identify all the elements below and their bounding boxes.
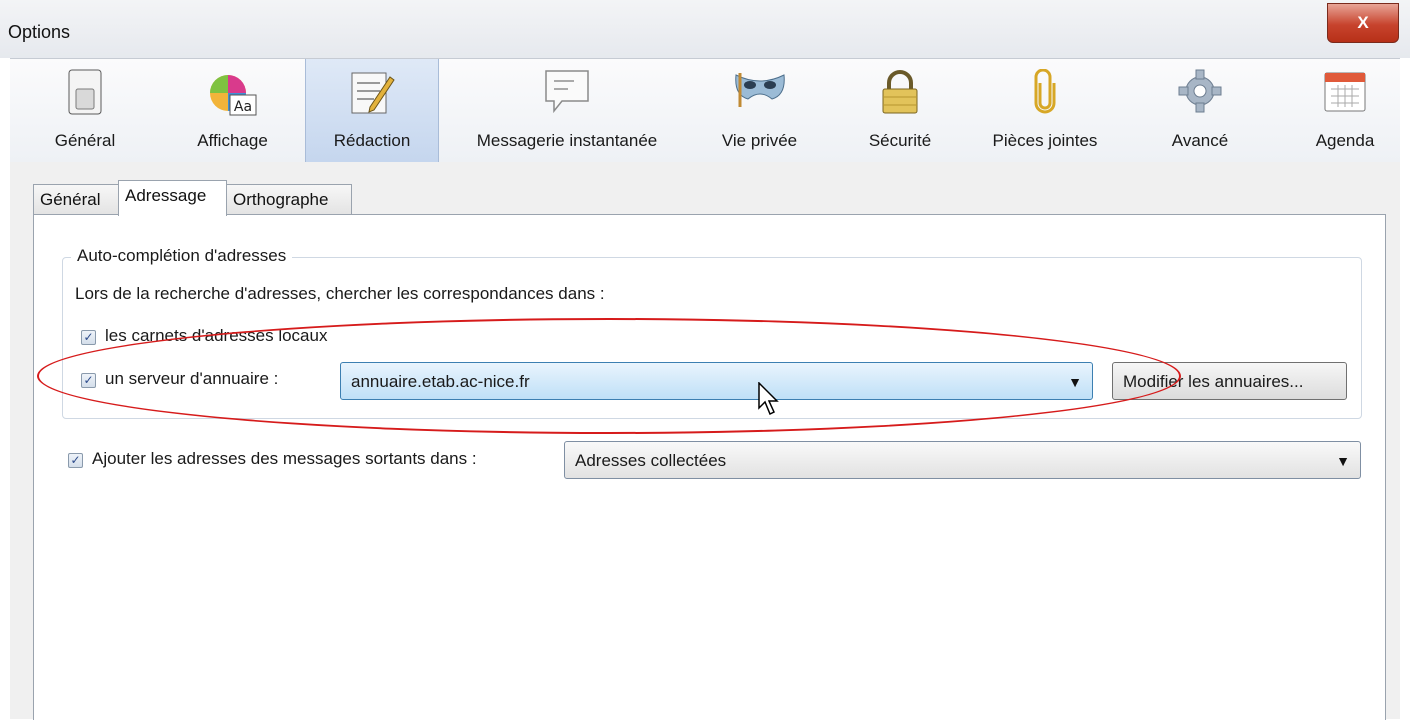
window-titlebar: Options X [0,0,1410,58]
local-books-checkbox[interactable]: ✓ [81,330,96,345]
pane-attachments[interactable]: Pièces jointes [970,59,1120,162]
attachment-paperclip-icon [1034,69,1056,114]
local-books-label: les carnets d'adresses locaux [105,326,328,345]
advanced-gear-icon [1178,69,1222,113]
pane-label: Général [54,131,116,150]
preferences-content: Général Adressage Orthographe Auto-compl… [10,162,1400,720]
dropdown-arrow-icon: ▼ [1068,374,1082,390]
outgoing-checkbox[interactable]: ✓ [68,453,83,468]
directory-server-checkbox[interactable]: ✓ [81,373,96,388]
directory-server-select[interactable]: annuaire.etab.ac-nice.fr ▼ [340,362,1093,400]
privacy-mask-icon [734,73,785,107]
subtab-label: Adressage [125,186,207,205]
dropdown-arrow-icon: ▼ [1336,453,1350,469]
subtab-label: Orthographe [233,190,329,209]
pane-label: Agenda [1315,131,1375,150]
pane-instant-messaging[interactable]: Messagerie instantanée [447,59,687,162]
pane-label: Sécurité [868,131,932,150]
pane-label: Avancé [1171,131,1229,150]
composition-pencil-icon [351,72,395,114]
window-title: Options [8,22,71,42]
general-switch-icon [68,69,102,115]
subtab-label: Général [40,190,101,209]
pane-calendar[interactable]: Agenda [1290,59,1400,162]
autocomplete-description: Lors de la recherche d'adresses, cherche… [75,284,605,303]
outgoing-address-book-value: Adresses collectées [575,451,727,470]
edit-directories-button[interactable]: Modifier les annuaires... [1112,362,1347,400]
pane-composition[interactable]: Rédaction [305,59,439,162]
groupbox-legend: Auto-complétion d'adresses [71,246,293,266]
calendar-icon [1324,72,1366,112]
pane-label: Affichage [197,131,268,150]
pane-general[interactable]: Général [10,59,160,162]
display-aa-icon: Aa [209,75,256,116]
pane-label: Vie privée [721,131,798,150]
subtab-addressing[interactable]: Adressage [118,180,227,216]
pane-privacy[interactable]: Vie privée [697,59,822,162]
pane-security[interactable]: Sécurité [845,59,955,162]
close-icon: X [1357,13,1369,32]
pane-advanced[interactable]: Avancé [1145,59,1255,162]
mouse-pointer-icon [758,382,779,416]
window-left-edge [0,60,10,719]
outgoing-address-book-select[interactable]: Adresses collectées ▼ [564,441,1361,479]
subtab-spelling[interactable]: Orthographe [226,184,352,215]
chat-bubble-icon [545,70,589,113]
svg-text:Aa: Aa [233,99,251,115]
addressing-panel: Auto-complétion d'adresses Lors de la re… [33,214,1386,720]
autocomplete-groupbox: Auto-complétion d'adresses Lors de la re… [62,246,1362,419]
preferences-toolbar: Général Aa Affichage Rédaction Messageri… [10,58,1400,163]
pane-label: Messagerie instantanée [476,131,658,150]
directory-server-value: annuaire.etab.ac-nice.fr [351,372,530,391]
subtab-general[interactable]: Général [33,184,119,215]
outgoing-label: Ajouter les adresses des messages sortan… [92,449,477,468]
directory-server-label: un serveur d'annuaire : [105,369,279,388]
pane-label: Pièces jointes [992,131,1098,150]
pane-label: Rédaction [333,131,411,150]
pane-display[interactable]: Aa Affichage [160,59,305,162]
security-lock-icon [882,70,918,114]
close-button[interactable]: X [1327,3,1399,43]
edit-directories-label: Modifier les annuaires... [1123,372,1304,391]
